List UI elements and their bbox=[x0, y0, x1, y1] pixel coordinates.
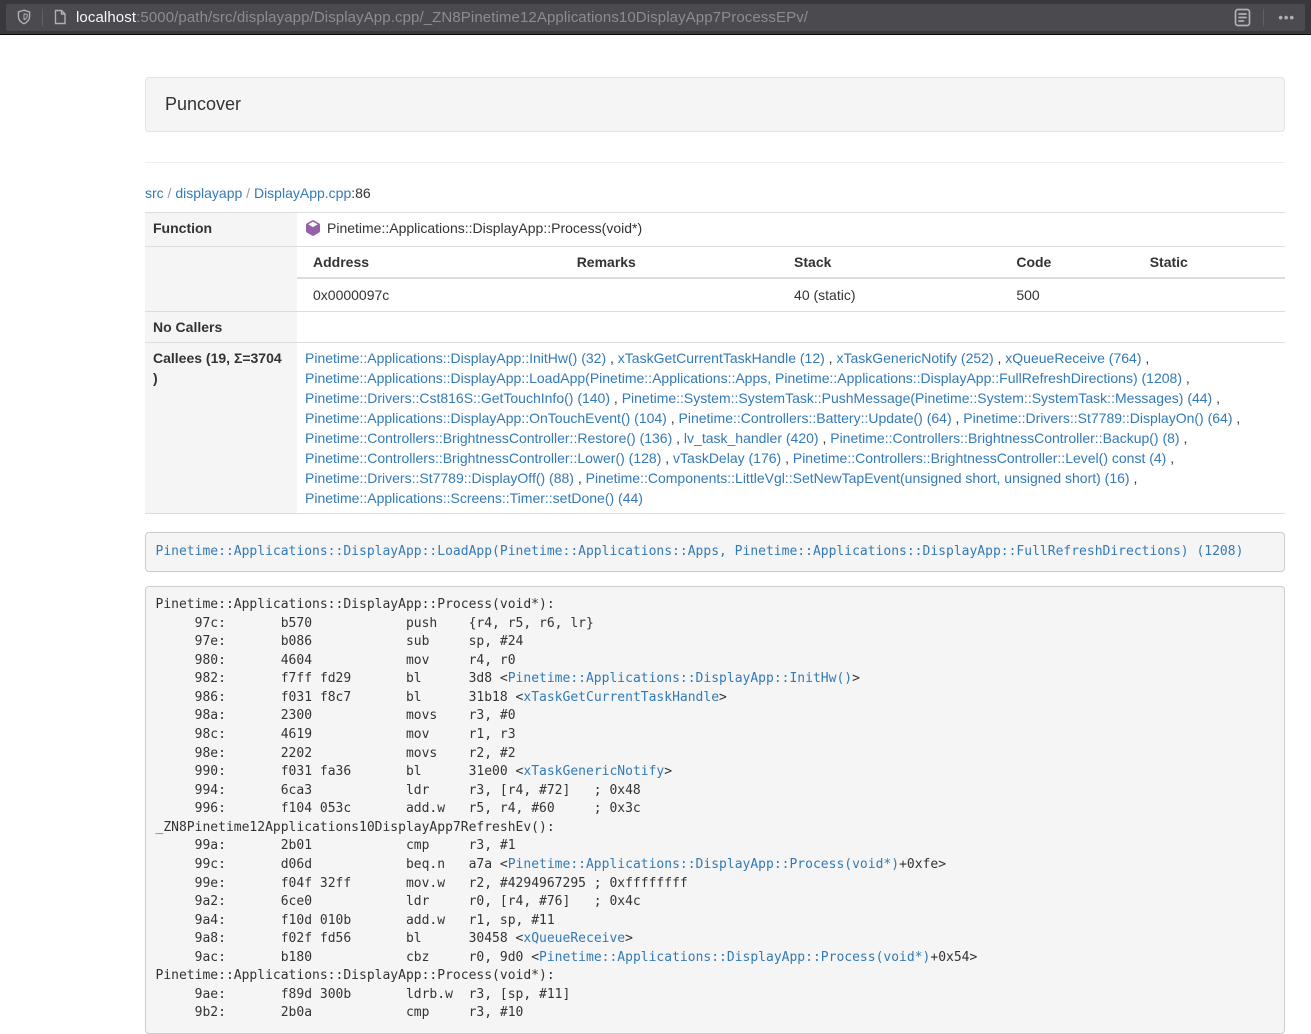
asm-symbol-link[interactable]: xTaskGenericNotify bbox=[523, 764, 664, 779]
function-row: Function Pinetime::Applications::Display… bbox=[145, 213, 1285, 247]
callee-link[interactable]: Pinetime::Controllers::BrightnessControl… bbox=[305, 450, 661, 466]
col-address: Address bbox=[297, 247, 569, 278]
callees-list: Pinetime::Applications::DisplayApp::Init… bbox=[297, 343, 1285, 514]
asm-symbol-link[interactable]: Pinetime::Applications::DisplayApp::Init… bbox=[508, 671, 852, 686]
callee-link[interactable]: Pinetime::Controllers::BrightnessControl… bbox=[305, 430, 672, 446]
asm-symbol-link[interactable]: Pinetime::Applications::DisplayApp::Proc… bbox=[508, 857, 899, 872]
identity-divider bbox=[42, 9, 43, 26]
address-value: 0x0000097c bbox=[297, 278, 569, 311]
highlighted-callee-link[interactable]: Pinetime::Applications::DisplayApp::Load… bbox=[156, 544, 1244, 559]
col-stack: Stack bbox=[786, 247, 1008, 278]
reader-mode-icon[interactable] bbox=[1234, 8, 1251, 27]
callee-link[interactable]: xTaskGenericNotify (252) bbox=[836, 350, 993, 366]
shield-icon[interactable] bbox=[16, 9, 32, 25]
remarks-value bbox=[569, 278, 786, 311]
col-static: Static bbox=[1142, 247, 1285, 278]
col-remarks: Remarks bbox=[569, 247, 786, 278]
url-bar[interactable]: localhost:5000/path/src/displayapp/Displ… bbox=[6, 4, 1305, 31]
callee-link[interactable]: Pinetime::Applications::DisplayApp::Load… bbox=[305, 370, 1182, 386]
callee-link[interactable]: Pinetime::Controllers::BrightnessControl… bbox=[793, 450, 1166, 466]
callee-link[interactable]: Pinetime::System::SystemTask::PushMessag… bbox=[622, 390, 1213, 406]
url-text[interactable]: localhost:5000/path/src/displayapp/Displ… bbox=[76, 9, 1234, 26]
asm-symbol-link[interactable]: xTaskGetCurrentTaskHandle bbox=[523, 690, 719, 705]
breadcrumb-separator: / bbox=[242, 185, 254, 201]
highlighted-call-line: Pinetime::Applications::DisplayApp::Load… bbox=[145, 532, 1285, 572]
assembly-listing: Pinetime::Applications::DisplayApp::Proc… bbox=[145, 586, 1285, 1034]
callee-link[interactable]: Pinetime::Applications::DisplayApp::Init… bbox=[305, 350, 606, 366]
callee-link[interactable]: Pinetime::Controllers::BrightnessControl… bbox=[830, 430, 1179, 446]
code-value: 500 bbox=[1008, 278, 1141, 311]
page-content: Puncover src / displayapp / DisplayApp.c… bbox=[145, 35, 1285, 1034]
breadcrumb-line-number: :86 bbox=[351, 185, 370, 201]
details-header-row: Address Remarks Stack Code Static bbox=[297, 247, 1285, 278]
function-label: Function bbox=[145, 213, 297, 247]
asm-symbol-link[interactable]: xQueueReceive bbox=[523, 931, 625, 946]
callee-link[interactable]: lv_task_handler (420) bbox=[684, 430, 819, 446]
breadcrumb-link[interactable]: DisplayApp.cpp bbox=[254, 185, 351, 201]
callees-label: Callees (19, Σ=3704 ) bbox=[145, 343, 297, 514]
breadcrumb: src / displayapp / DisplayApp.cpp:86 bbox=[145, 183, 1285, 203]
page-actions-icon[interactable]: ••• bbox=[1278, 10, 1295, 25]
no-callers-row: No Callers bbox=[145, 312, 1285, 343]
browser-toolbar: localhost:5000/path/src/displayapp/Displ… bbox=[0, 0, 1311, 35]
callee-link[interactable]: vTaskDelay (176) bbox=[673, 450, 781, 466]
callees-row: Callees (19, Σ=3704 ) Pinetime::Applicat… bbox=[145, 343, 1285, 514]
asm-symbol-link[interactable]: Pinetime::Applications::DisplayApp::Proc… bbox=[539, 950, 930, 965]
breadcrumb-separator: / bbox=[164, 185, 176, 201]
callee-link[interactable]: xQueueReceive (764) bbox=[1005, 350, 1141, 366]
url-path: :5000/path/src/displayapp/DisplayApp.cpp… bbox=[136, 9, 808, 26]
callee-link[interactable]: Pinetime::Drivers::St7789::DisplayOff() … bbox=[305, 470, 574, 486]
callee-link[interactable]: xTaskGetCurrentTaskHandle (12) bbox=[618, 350, 825, 366]
stack-value: 40 (static) bbox=[786, 278, 1008, 311]
callee-link[interactable]: Pinetime::Applications::DisplayApp::OnTo… bbox=[305, 410, 667, 426]
breadcrumb-link[interactable]: src bbox=[145, 185, 164, 201]
callee-link[interactable]: Pinetime::Applications::Screens::Timer::… bbox=[305, 490, 643, 506]
symbol-package-icon bbox=[305, 220, 321, 241]
function-details-row: Address Remarks Stack Code Static 0x0000… bbox=[145, 247, 1285, 312]
col-code: Code bbox=[1008, 247, 1141, 278]
callee-link[interactable]: Pinetime::Components::LittleVgl::SetNewT… bbox=[586, 470, 1130, 486]
no-callers-label: No Callers bbox=[145, 312, 297, 343]
app-title[interactable]: Puncover bbox=[165, 94, 241, 114]
static-value bbox=[1142, 278, 1285, 311]
url-host: localhost bbox=[76, 9, 136, 26]
callee-link[interactable]: Pinetime::Drivers::St7789::DisplayOn() (… bbox=[963, 410, 1232, 426]
app-header: Puncover bbox=[145, 77, 1285, 132]
page-icon bbox=[53, 9, 67, 25]
urlbar-divider bbox=[1263, 9, 1264, 26]
content-divider bbox=[145, 162, 1285, 163]
function-name: Pinetime::Applications::DisplayApp::Proc… bbox=[327, 220, 642, 236]
function-details-table: Address Remarks Stack Code Static 0x0000… bbox=[297, 247, 1285, 311]
function-table: Function Pinetime::Applications::Display… bbox=[145, 212, 1285, 514]
callee-link[interactable]: Pinetime::Controllers::Battery::Update()… bbox=[679, 410, 952, 426]
breadcrumb-link[interactable]: displayapp bbox=[175, 185, 242, 201]
details-data-row: 0x0000097c 40 (static) 500 bbox=[297, 278, 1285, 311]
callee-link[interactable]: Pinetime::Drivers::Cst816S::GetTouchInfo… bbox=[305, 390, 610, 406]
